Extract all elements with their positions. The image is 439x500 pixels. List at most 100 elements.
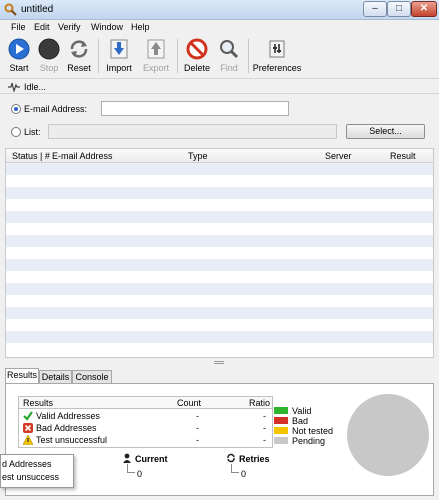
tooltip: d Addresses est unsuccess [0,454,74,488]
find-label: Find [220,63,238,73]
export-icon [147,39,165,59]
list-radio[interactable] [11,127,21,137]
valid-ratio: - [263,411,266,421]
table-row [6,295,433,307]
results-summary-table: Results Count Ratio Valid Addresses - - … [18,396,273,448]
results-col-results: Results [23,398,54,408]
results-row-valid: Valid Addresses - - [19,410,272,422]
toolbar-separator [177,39,178,73]
results-row-bad: Bad Addresses - - [19,422,272,434]
table-row [6,175,433,187]
table-row [6,259,433,271]
email-label: E-mail Address: [24,104,88,114]
valid-label: Valid Addresses [36,411,100,421]
bad-label: Bad Addresses [36,423,97,433]
window-title: untitled [21,4,54,15]
tooltip-line2: est unsuccess [2,472,60,482]
menu-help[interactable]: Help [131,22,150,32]
table-row [6,331,433,343]
splitter-grip [214,361,224,364]
reset-button[interactable]: Reset [64,35,94,77]
legend-bad-label: Bad [292,416,309,426]
bad-ratio: - [263,423,266,433]
start-button[interactable]: Start [4,35,34,77]
minimize-button[interactable]: – [363,1,387,17]
tooltip-line1: d Addresses [2,459,52,469]
list-label: List: [24,127,41,137]
tab-results[interactable]: Results [5,368,39,383]
table-row [6,283,433,295]
column-status[interactable]: Status | # [12,151,50,161]
reset-label: Reset [67,63,91,73]
unsuccessful-ratio: - [263,435,266,445]
table-row [6,163,433,175]
toolbar: Start Stop Reset Import Export Delete Fi… [0,35,439,79]
column-server[interactable]: Server [325,151,352,161]
table-row [6,307,433,319]
title-bar: untitled – □ ✕ [0,0,439,20]
menu-file[interactable]: File [11,22,26,32]
retries-value: 0 [241,469,247,479]
panel-splitter[interactable] [0,358,439,367]
table-row [6,343,433,355]
status-text: Idle... [24,82,47,92]
toolbar-separator [98,39,99,73]
column-email[interactable]: E-mail Address [52,151,113,161]
unsuccessful-count: - [196,435,199,445]
import-icon [110,39,128,59]
list-input[interactable] [48,124,337,139]
import-button[interactable]: Import [102,35,136,77]
grid-header: Status | # E-mail Address Type Server Re… [6,149,433,163]
table-row [6,319,433,331]
menu-verify[interactable]: Verify [58,22,81,32]
magnifier-icon [220,40,239,59]
results-pie-chart [347,394,429,476]
legend-pending-label: Pending [292,436,326,446]
legend-swatch-pending [274,437,288,444]
find-button[interactable]: Find [215,35,243,77]
results-header: Results Count Ratio [19,397,272,409]
preferences-label: Preferences [252,63,302,73]
table-row [6,247,433,259]
preferences-button[interactable]: Preferences [252,35,302,77]
legend-valid-label: Valid [292,406,312,416]
results-grid[interactable]: Status | # E-mail Address Type Server Re… [5,148,434,358]
valid-count: - [196,411,199,421]
table-row [6,199,433,211]
current-value: 0 [137,469,143,479]
export-button[interactable]: Export [140,35,172,77]
bad-count: - [196,423,199,433]
results-col-count: Count [177,398,202,408]
column-result[interactable]: Result [390,151,416,161]
retries-tick [231,472,239,473]
maximize-button[interactable]: □ [387,1,411,17]
stop-icon [38,38,60,60]
toolbar-separator [248,39,249,73]
legend-not-tested-label: Not tested [292,426,334,436]
email-radio[interactable] [11,104,21,114]
legend-swatch-bad [274,417,288,424]
results-row-unsuccessful: Test unsuccessful - - [19,434,272,446]
user-icon [123,453,131,463]
menu-edit[interactable]: Edit [34,22,50,32]
table-row [6,211,433,223]
stop-button[interactable]: Stop [35,35,63,77]
preferences-icon [269,40,285,58]
activity-icon [8,82,20,92]
checkmark-icon [23,411,33,421]
menu-window[interactable]: Window [91,22,123,32]
legend-swatch-not-tested [274,427,288,434]
legend-swatch-valid [274,407,288,414]
current-tick [127,472,135,473]
tab-details[interactable]: Details [39,370,72,383]
email-address-input[interactable] [101,101,289,116]
export-label: Export [142,63,169,73]
grid-body [6,163,433,357]
select-button[interactable]: Select... [346,124,425,139]
delete-button[interactable]: Delete [181,35,213,77]
tab-console[interactable]: Console [72,370,112,383]
column-type[interactable]: Type [188,151,208,161]
close-button[interactable]: ✕ [411,1,437,17]
current-label: Current [135,454,168,464]
start-label: Start [9,63,29,73]
